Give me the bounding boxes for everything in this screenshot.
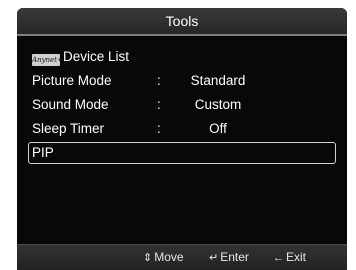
hint-exit-label: Exit — [286, 250, 307, 264]
device-list-label: Device List — [63, 49, 130, 64]
menu-item-pip[interactable]: PIP — [28, 142, 336, 164]
sound-mode-label: Sound Mode — [32, 97, 109, 112]
anynet-logo-icon: Anynet+ — [32, 54, 63, 66]
sound-mode-value: Custom — [194, 97, 242, 112]
menu-item-sleep-timer[interactable]: Sleep Timer : Off — [28, 118, 336, 140]
picture-mode-label: Picture Mode — [32, 73, 112, 88]
osd-title: Tools — [17, 8, 347, 34]
hint-enter: ↵ Enter — [209, 245, 249, 270]
osd-footer: ⇕ Move ↵ Enter ← Exit — [17, 245, 347, 270]
sleep-timer-value: Off — [209, 121, 227, 136]
sleep-timer-separator: : — [157, 121, 161, 136]
picture-mode-separator: : — [157, 73, 161, 88]
hint-enter-label: Enter — [220, 250, 249, 264]
enter-icon: ↵ — [209, 252, 219, 264]
sleep-timer-label: Sleep Timer — [32, 121, 105, 136]
hint-move-label: Move — [154, 250, 184, 264]
screen: Tools Anynet+Device List Picture Mode : … — [0, 0, 356, 270]
hint-move: ⇕ Move — [143, 245, 184, 270]
menu-item-sound-mode[interactable]: Sound Mode : Custom — [28, 94, 336, 116]
sound-mode-separator: : — [157, 97, 161, 112]
hint-exit: ← Exit — [273, 245, 306, 270]
tools-osd-window: Tools Anynet+Device List Picture Mode : … — [17, 8, 347, 270]
menu-item-picture-mode[interactable]: Picture Mode : Standard — [28, 70, 336, 92]
menu-item-label: Anynet+Device List — [32, 46, 129, 68]
menu-item-device-list[interactable]: Anynet+Device List — [28, 46, 336, 68]
pip-label: PIP — [32, 145, 54, 160]
title-divider — [17, 34, 347, 36]
picture-mode-value: Standard — [190, 73, 246, 88]
updown-arrow-icon: ⇕ — [143, 252, 153, 264]
exit-icon: ← — [273, 252, 284, 264]
